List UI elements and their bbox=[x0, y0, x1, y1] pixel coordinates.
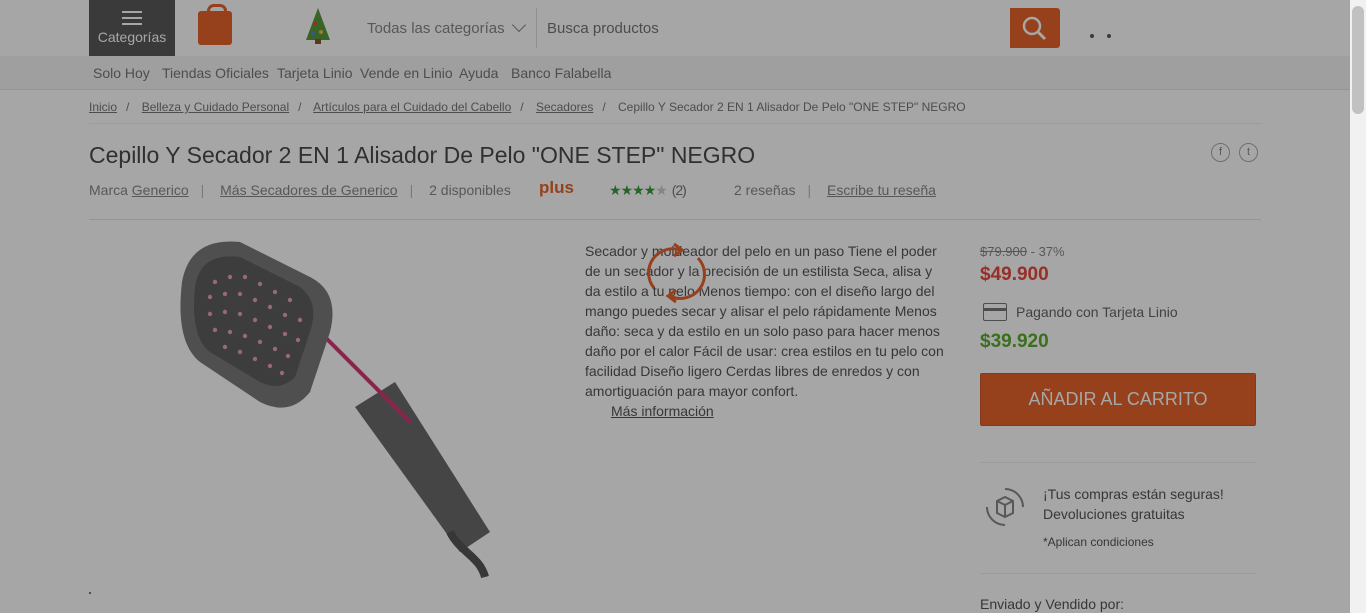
more-from-brand-link[interactable]: Más Secadores de Generico bbox=[220, 182, 397, 198]
nav-ayuda[interactable]: Ayuda bbox=[459, 65, 498, 81]
more-info-link[interactable]: Más información bbox=[611, 403, 714, 419]
sold-by-label: Enviado y Vendido por: bbox=[980, 596, 1124, 612]
star-icon: ★ bbox=[620, 182, 634, 198]
plus-badge: plus bbox=[539, 178, 574, 197]
categories-label: Categorías bbox=[97, 29, 167, 45]
breadcrumb-link[interactable]: Belleza y Cuidado Personal bbox=[142, 100, 289, 114]
cart-icon[interactable] bbox=[1209, 12, 1243, 44]
returns-line: Devoluciones gratuitas bbox=[1043, 506, 1185, 522]
star-icon: ★ bbox=[655, 182, 668, 198]
breadcrumb-link[interactable]: Secadores bbox=[536, 100, 593, 114]
brand-prefix: Marca bbox=[89, 182, 128, 198]
product-image[interactable] bbox=[160, 232, 500, 582]
credit-card-icon bbox=[983, 303, 1007, 321]
christmas-tree-icon bbox=[306, 8, 330, 44]
search-button[interactable] bbox=[1010, 8, 1060, 48]
brand-link[interactable]: Generico bbox=[132, 182, 189, 198]
discount-badge: - 37% bbox=[1030, 244, 1065, 259]
nav-vende-en-linio[interactable]: Vende en Linio bbox=[360, 65, 453, 81]
divider bbox=[89, 219, 1261, 220]
secondary-nav: Solo Hoy Tiendas Oficiales Tarjeta Linio… bbox=[0, 56, 1350, 90]
divider bbox=[980, 573, 1256, 574]
linio-logo[interactable]: LINIO bbox=[198, 4, 292, 48]
truck-icon[interactable] bbox=[1083, 12, 1117, 44]
secure-return-icon bbox=[986, 488, 1024, 526]
card-payment-label: Pagando con Tarjeta Linio bbox=[1016, 304, 1178, 320]
breadcrumb-link[interactable]: Artículos para el Cuidado del Cabello bbox=[313, 100, 511, 114]
reviews-area: 2 reseñas | Escribe tu reseña bbox=[734, 182, 936, 198]
rating-stars[interactable]: ★★★★★ (2) bbox=[609, 182, 687, 199]
dot bbox=[89, 592, 91, 594]
nav-banco-falabella[interactable]: Banco Falabella bbox=[511, 65, 611, 81]
breadcrumb-current: Cepillo Y Secador 2 EN 1 Alisador De Pel… bbox=[618, 100, 966, 114]
current-price: $49.900 bbox=[980, 264, 1049, 285]
secure-purchase-text: ¡Tus compras están seguras! Devoluciones… bbox=[1043, 484, 1224, 524]
search-icon bbox=[1022, 16, 1047, 41]
category-select[interactable]: Todas las categorías bbox=[357, 8, 537, 48]
loading-spinner-icon bbox=[647, 242, 706, 304]
divider bbox=[980, 462, 1256, 463]
bag-icon bbox=[198, 4, 232, 45]
divider bbox=[89, 123, 1261, 124]
rating-count: (2) bbox=[671, 182, 687, 198]
categories-button[interactable]: Categorías bbox=[89, 0, 175, 56]
top-header: Categorías LINIO Todas las categorías bbox=[0, 0, 1350, 56]
breadcrumb-link[interactable]: Inicio bbox=[89, 100, 117, 114]
nav-solo-hoy[interactable]: Solo Hoy bbox=[93, 65, 150, 81]
facebook-icon[interactable]: f bbox=[1211, 143, 1230, 162]
reviews-count[interactable]: 2 reseñas bbox=[734, 182, 795, 198]
card-price: $39.920 bbox=[980, 331, 1049, 352]
twitter-icon[interactable]: t bbox=[1239, 143, 1258, 162]
star-icon: ★ bbox=[632, 182, 645, 198]
product-title: Cepillo Y Secador 2 EN 1 Alisador De Pel… bbox=[89, 142, 756, 168]
nav-tarjeta-linio[interactable]: Tarjeta Linio bbox=[277, 65, 353, 81]
menu-icon bbox=[122, 11, 142, 25]
search-input[interactable] bbox=[537, 8, 1010, 48]
star-icon: ★ bbox=[609, 182, 622, 198]
category-select-value: Todas las categorías bbox=[367, 20, 505, 37]
search-bar: Todas las categorías bbox=[357, 8, 1060, 48]
old-price: $79.900 bbox=[980, 244, 1027, 259]
old-price-line: $79.900 - 37% bbox=[980, 244, 1065, 259]
scrollbar-thumb[interactable] bbox=[1352, 6, 1364, 114]
secure-line: ¡Tus compras están seguras! bbox=[1043, 486, 1224, 502]
chevron-down-icon bbox=[511, 17, 527, 33]
write-review-link[interactable]: Escribe tu reseña bbox=[827, 182, 936, 198]
nav-tiendas-oficiales[interactable]: Tiendas Oficiales bbox=[162, 65, 269, 81]
user-icon[interactable] bbox=[1147, 12, 1181, 44]
stock-text: 2 disponibles bbox=[429, 182, 511, 198]
star-icon: ★ bbox=[643, 182, 657, 198]
conditions-note: *Aplican condiciones bbox=[1043, 535, 1154, 549]
add-to-cart-button[interactable]: AÑADIR AL CARRITO bbox=[980, 373, 1256, 426]
breadcrumb: Inicio / Belleza y Cuidado Personal / Artí… bbox=[89, 100, 966, 114]
product-meta: Marca Generico | Más Secadores de Generic… bbox=[89, 182, 511, 198]
